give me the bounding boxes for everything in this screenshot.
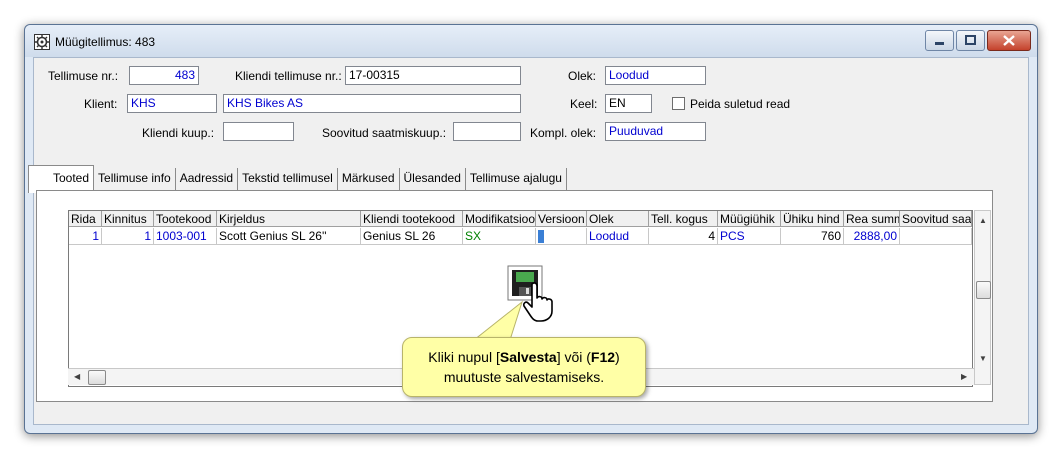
cell-line[interactable]: 1 — [69, 228, 102, 245]
col-header[interactable]: Tootekood — [154, 211, 217, 227]
client-code-field[interactable]: KHS — [127, 94, 217, 113]
vertical-scroll-thumb[interactable] — [976, 281, 991, 299]
cell-row-sum[interactable]: 2888,00 — [844, 228, 900, 245]
completion-status-field[interactable]: Puuduvad — [605, 122, 706, 141]
horizontal-scroll-thumb[interactable] — [88, 370, 106, 385]
order-no-label: Tellimuse nr.: — [48, 69, 119, 83]
col-header[interactable]: Ühiku hind — [781, 211, 844, 227]
table-row[interactable]: 1 1 1003-001 Scott Genius SL 26'' Genius… — [69, 228, 972, 245]
client-purchase-date-field[interactable] — [223, 122, 294, 141]
col-header[interactable]: Soovitud saa — [900, 211, 972, 227]
callout-line-2: muutuste salvestamiseks. — [443, 369, 605, 385]
tab-order-texts[interactable]: Tekstid tellimusel — [238, 168, 338, 190]
desired-delivery-date-label: Soovitud saatmiskuup.: — [322, 126, 447, 140]
maximize-icon — [965, 35, 976, 45]
window-title: Müügitellimus: 483 — [55, 35, 156, 49]
app-icon — [34, 34, 50, 50]
title-bar[interactable]: Müügitellimus: 483 — [25, 25, 1037, 57]
order-no-field[interactable]: 483 — [129, 66, 199, 85]
text-cursor — [538, 230, 544, 244]
client-purchase-date-label: Kliendi kuup.: — [142, 126, 215, 140]
client-order-no-field[interactable]: 17-00315 — [345, 66, 521, 85]
cell-sales-unit[interactable]: PCS — [718, 228, 781, 245]
minimize-icon — [935, 42, 944, 45]
hide-closed-checkbox[interactable] — [672, 97, 685, 110]
cell-client-product-code[interactable]: Genius SL 26 — [361, 228, 463, 245]
callout-button-name: Salvesta — [499, 349, 557, 365]
instruction-callout: Kliki nupul [Salvesta] või (F12) muutust… — [402, 337, 646, 397]
cell-status[interactable]: Loodud — [587, 228, 649, 245]
close-button[interactable] — [987, 30, 1031, 51]
cell-confirmation[interactable]: 1 — [102, 228, 154, 245]
cell-unit-price[interactable]: 760 — [781, 228, 844, 245]
minimize-button[interactable] — [925, 30, 954, 51]
client-order-no-label: Kliendi tellimuse nr.: — [235, 69, 342, 83]
language-field[interactable]: EN — [605, 94, 652, 113]
scroll-up-icon[interactable]: ▲ — [979, 216, 987, 225]
callout-text: ) — [615, 349, 620, 365]
tab-strip: Tooted Tellimuse info Aadressid Tekstid … — [28, 165, 567, 193]
completion-status-label: Kompl. olek: — [530, 126, 597, 140]
cell-product-code[interactable]: 1003-001 — [154, 228, 217, 245]
col-header[interactable]: Rea summ — [844, 211, 900, 227]
language-label: Keel: — [570, 97, 598, 111]
col-header[interactable]: Rida — [69, 211, 102, 227]
tab-order-info[interactable]: Tellimuse info — [94, 168, 176, 190]
scroll-right-icon[interactable]: ▶ — [961, 372, 967, 381]
scroll-left-icon[interactable]: ◀ — [74, 372, 80, 381]
callout-text: Kliki nupul [ — [428, 349, 500, 365]
col-header[interactable]: Modifikatsioo — [463, 211, 536, 227]
cell-version[interactable] — [536, 228, 587, 245]
cell-modification[interactable]: SX — [463, 228, 536, 245]
client-name-field[interactable]: KHS Bikes AS — [223, 94, 521, 113]
close-icon — [1003, 35, 1015, 46]
col-header[interactable]: Olek — [587, 211, 649, 227]
col-header[interactable]: Kliendi tootekood — [361, 211, 463, 227]
hand-pointer-icon — [523, 282, 553, 322]
cell-desired-date[interactable] — [900, 228, 972, 245]
cell-ordered-qty[interactable]: 4 — [649, 228, 718, 245]
tab-order-history[interactable]: Tellimuse ajalugu — [466, 168, 567, 190]
callout-text: ] või ( — [556, 349, 591, 365]
tab-tasks[interactable]: Ülesanded — [400, 168, 466, 190]
col-header[interactable]: Müügiühik — [718, 211, 781, 227]
col-header[interactable]: Tell. kogus — [649, 211, 718, 227]
status-label: Olek: — [568, 69, 597, 83]
callout-key-name: F12 — [590, 349, 616, 365]
status-field[interactable]: Loodud — [605, 66, 706, 85]
vertical-scrollbar[interactable]: ▲ ▼ — [974, 210, 991, 385]
col-header[interactable]: Versioon — [536, 211, 587, 227]
tab-addresses[interactable]: Aadressid — [176, 168, 239, 190]
scroll-down-icon[interactable]: ▼ — [979, 354, 987, 363]
desired-delivery-date-field[interactable] — [453, 122, 521, 141]
grid-header: Rida Kinnitus Tootekood Kirjeldus Kliend… — [69, 211, 972, 228]
col-header[interactable]: Kirjeldus — [217, 211, 361, 227]
cell-description[interactable]: Scott Genius SL 26'' — [217, 228, 361, 245]
col-header[interactable]: Kinnitus — [102, 211, 154, 227]
maximize-button[interactable] — [956, 30, 985, 51]
callout-line-1: Kliki nupul [Salvesta] või (F12) — [403, 347, 645, 367]
client-label: Klient: — [84, 97, 118, 111]
hide-closed-label: Peida suletud read — [690, 97, 791, 111]
tab-notes[interactable]: Märkused — [338, 168, 400, 190]
tab-products[interactable]: Tooted — [28, 165, 95, 193]
